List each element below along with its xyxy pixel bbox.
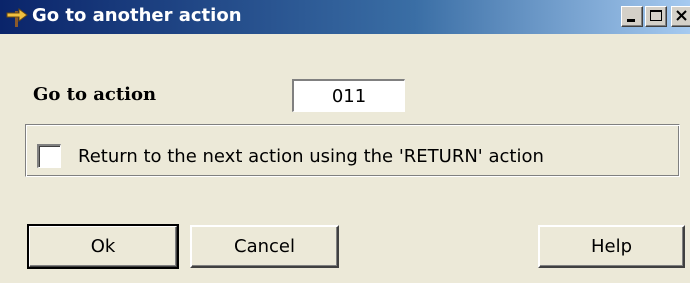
cancel-button[interactable]: Cancel — [190, 225, 339, 268]
signpost-arrow-icon — [6, 7, 28, 27]
minimize-icon — [627, 19, 635, 22]
close-button[interactable] — [671, 6, 690, 27]
maximize-icon — [650, 10, 662, 21]
title-bar[interactable]: Go to another action — [0, 0, 690, 34]
maximize-button[interactable] — [645, 6, 667, 27]
close-icon — [676, 10, 687, 21]
action-number-input[interactable] — [292, 79, 405, 112]
minimize-button[interactable] — [621, 6, 643, 27]
return-checkbox-label[interactable]: Return to the next action using the 'RET… — [78, 146, 544, 167]
window-title: Go to another action — [32, 5, 242, 26]
go-to-action-label: Go to action — [33, 84, 157, 105]
help-button[interactable]: Help — [538, 225, 685, 268]
ok-button[interactable]: Ok — [27, 224, 179, 269]
dialog-window: Go to another action Go to action Return… — [0, 0, 690, 283]
return-checkbox[interactable] — [37, 144, 61, 168]
